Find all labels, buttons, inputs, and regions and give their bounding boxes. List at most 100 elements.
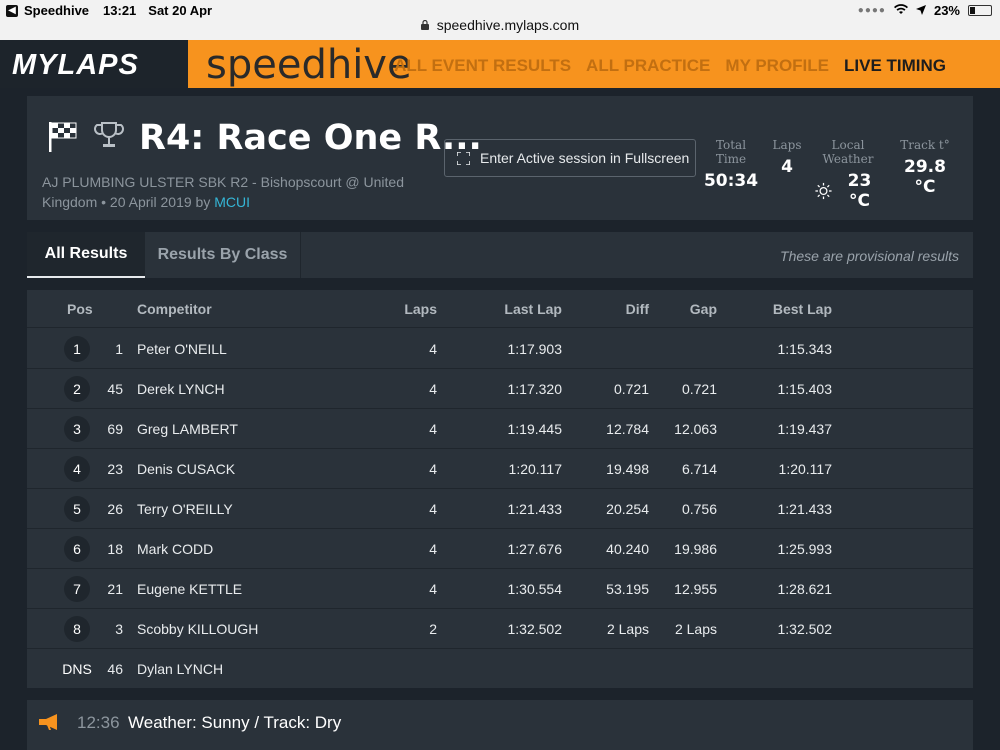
competitor-name[interactable]: Derek LYNCH	[137, 369, 337, 408]
stat-total-time: Total Time 50:34	[703, 138, 759, 191]
results-tab-bar: All Results Results By Class These are p…	[27, 232, 973, 278]
fullscreen-button[interactable]: Enter Active session in Fullscreen	[444, 139, 696, 177]
nav-live-timing[interactable]: LIVE TIMING	[844, 56, 946, 76]
stat-track-value: 29.8 °C	[904, 157, 946, 197]
multitask-dots-icon[interactable]: ●●●●	[858, 5, 886, 16]
organizer-link[interactable]: MCUI	[214, 194, 250, 210]
gap-cell: 0.756	[681, 500, 717, 517]
status-app-name[interactable]: Speedhive	[24, 3, 89, 18]
competitor-name[interactable]: Greg LAMBERT	[137, 409, 337, 448]
diff-cell	[573, 649, 649, 689]
competitor-name[interactable]: Peter O'NEILL	[137, 329, 337, 368]
mylaps-logo[interactable]: MYLAPS	[12, 49, 139, 82]
url-text[interactable]: speedhive.mylaps.com	[437, 17, 579, 33]
provisional-note: These are provisional results	[780, 248, 959, 264]
results-table: Pos Competitor Laps Last Lap Diff Gap Be…	[27, 290, 973, 688]
competitor-name[interactable]: Terry O'REILLY	[137, 489, 337, 528]
url-bar[interactable]: speedhive.mylaps.com	[0, 17, 1000, 33]
laps-cell: 4	[429, 380, 437, 397]
back-to-app-icon[interactable]: ◀	[6, 4, 18, 17]
stat-track-label: Track t°	[900, 138, 950, 152]
header-diff: Diff	[625, 300, 649, 317]
speedhive-logo[interactable]: speedhive	[206, 42, 412, 88]
table-row[interactable]: 3 69 Greg LAMBERT 4 1:19.445 12.784 12.0…	[27, 409, 973, 449]
pos-badge: 8	[64, 615, 90, 642]
pos-badge: 3	[64, 415, 90, 442]
stat-weather-value-wrap: 23 °C	[815, 171, 881, 211]
diff-cell: 0.721	[613, 380, 649, 397]
last-lap-cell: 1:30.554	[507, 580, 563, 597]
best-lap-cell: 1:20.117	[778, 460, 832, 477]
stat-weather-value: 23 °C	[847, 171, 872, 211]
stat-total-time-label: Total Time	[715, 138, 747, 166]
table-row[interactable]: 4 23 Denis CUSACK 4 1:20.117 19.498 6.71…	[27, 449, 973, 489]
last-lap-cell	[467, 649, 562, 689]
stat-weather-label: Local Weather	[822, 138, 874, 166]
best-lap-cell: 1:28.621	[777, 580, 833, 597]
laps-cell: 4	[429, 420, 437, 437]
gap-cell: 2 Laps	[674, 620, 717, 637]
competitor-name[interactable]: Denis CUSACK	[137, 449, 337, 488]
table-row[interactable]: 1 1 Peter O'NEILL 4 1:17.903 1:15.343	[27, 329, 973, 369]
gap-cell: 0.721	[681, 380, 717, 397]
table-row[interactable]: 8 3 Scobby KILLOUGH 2 1:32.502 2 Laps 2 …	[27, 609, 973, 649]
competitor-name[interactable]: Dylan LYNCH	[137, 649, 337, 689]
status-left: ◀ Speedhive 13:21 Sat 20 Apr	[6, 3, 212, 18]
best-lap-cell: 1:15.403	[777, 380, 833, 397]
best-lap-cell: 1:19.437	[777, 420, 833, 437]
header-last-lap: Last Lap	[504, 300, 562, 317]
battery-icon	[968, 5, 992, 16]
wifi-icon	[893, 3, 908, 18]
tab-results-by-class[interactable]: Results By Class	[145, 232, 301, 278]
stat-weather: Local Weather 23 °C	[815, 138, 881, 211]
header-competitor: Competitor	[137, 300, 212, 317]
checkered-flag-icon	[49, 122, 77, 152]
gap-cell	[657, 649, 717, 689]
trophy-icon	[94, 122, 124, 147]
table-row[interactable]: 2 45 Derek LYNCH 4 1:17.320 0.721 0.721 …	[27, 369, 973, 409]
competitor-number: 3	[115, 620, 123, 637]
table-row[interactable]: 7 21 Eugene KETTLE 4 1:30.554 53.195 12.…	[27, 569, 973, 609]
location-arrow-icon	[915, 3, 926, 18]
gap-cell: 19.986	[674, 540, 717, 557]
fullscreen-icon	[457, 151, 470, 165]
competitor-number: 23	[107, 460, 123, 477]
best-lap-cell: 1:25.993	[777, 540, 833, 557]
last-lap-cell: 1:17.320	[507, 380, 563, 397]
pos-badge: 7	[64, 575, 90, 602]
status-right: ●●●● 23%	[858, 3, 992, 18]
gap-cell: 12.063	[674, 420, 717, 437]
battery-percent: 23%	[933, 3, 960, 18]
table-row[interactable]: 6 18 Mark CODD 4 1:27.676 40.240 19.986 …	[27, 529, 973, 569]
tab-all-results[interactable]: All Results	[27, 232, 145, 278]
competitor-number: 21	[107, 580, 123, 597]
table-header-row: Pos Competitor Laps Last Lap Diff Gap Be…	[27, 290, 973, 328]
table-row[interactable]: 5 26 Terry O'REILLY 4 1:21.433 20.254 0.…	[27, 489, 973, 529]
diff-cell: 19.498	[606, 460, 649, 477]
nav-all-practice[interactable]: ALL PRACTICE	[586, 56, 710, 76]
last-lap-cell: 1:27.676	[507, 540, 563, 557]
best-lap-cell: 1:21.433	[777, 500, 833, 517]
mylaps-logo-box[interactable]: MYLAPS	[0, 40, 188, 88]
table-row[interactable]: DNS 46 Dylan LYNCH	[27, 649, 973, 689]
pos-dns: DNS	[62, 661, 92, 677]
stat-laps: Laps 4	[767, 138, 807, 177]
event-title: R4: Race One R...	[139, 118, 482, 158]
competitor-name[interactable]: Mark CODD	[137, 529, 337, 568]
stat-total-time-value: 50:34	[703, 171, 759, 191]
laps-cell: 4	[429, 500, 437, 517]
best-lap-cell: 1:15.343	[777, 340, 833, 357]
status-date: Sat 20 Apr	[148, 3, 213, 18]
diff-cell: 40.240	[606, 540, 649, 557]
laps-cell: 4	[429, 340, 437, 357]
sun-icon	[815, 182, 832, 200]
competitor-number: 1	[115, 340, 123, 357]
nav-my-profile[interactable]: MY PROFILE	[725, 56, 829, 76]
nav-all-event-results[interactable]: ALL EVENT RESULTS	[394, 56, 571, 76]
gap-cell: 6.714	[681, 460, 717, 477]
megaphone-icon	[39, 714, 57, 730]
status-time: 13:21	[103, 3, 137, 18]
competitor-name[interactable]: Scobby KILLOUGH	[137, 609, 337, 648]
fullscreen-label: Enter Active session in Fullscreen	[480, 150, 690, 166]
competitor-name[interactable]: Eugene KETTLE	[137, 569, 337, 608]
